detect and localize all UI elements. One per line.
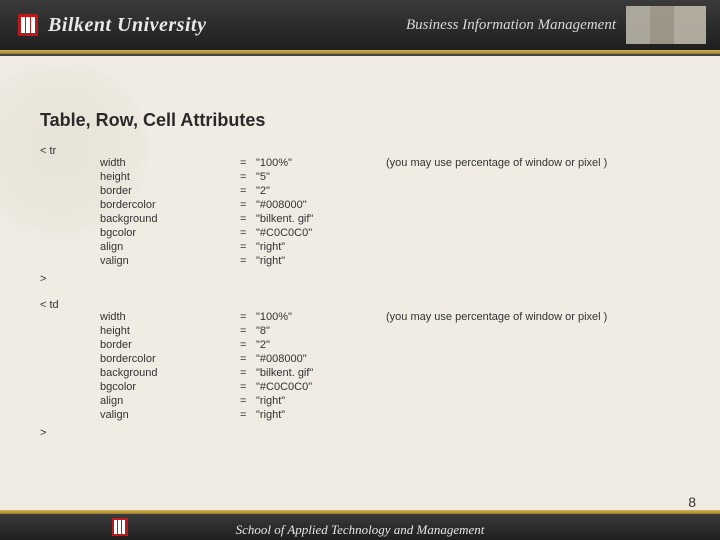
attr-value: "2": [256, 185, 376, 197]
header-right: Business Information Management: [406, 6, 706, 44]
attr-name: bordercolor: [100, 353, 240, 365]
equals: =: [240, 255, 256, 267]
attr-name: bgcolor: [100, 381, 240, 393]
attr-name: height: [100, 325, 240, 337]
attr-value: "right": [256, 255, 376, 267]
attr-value: "bilkent. gif": [256, 213, 376, 225]
equals: =: [240, 171, 256, 183]
attr-value: "right": [256, 241, 376, 253]
attr-value: "2": [256, 339, 376, 351]
equals: =: [240, 395, 256, 407]
attr-note: (you may use percentage of window or pix…: [376, 311, 690, 323]
attr-name: border: [100, 185, 240, 197]
attr-value: "100%": [256, 311, 376, 323]
page-number: 8: [688, 494, 696, 510]
attr-value: "#C0C0C0": [256, 381, 376, 393]
td-close-tag: >: [40, 427, 690, 439]
attr-name: valign: [100, 255, 240, 267]
attr-value: "8": [256, 325, 376, 337]
equals: =: [240, 367, 256, 379]
attr-name: width: [100, 311, 240, 323]
attr-note: (you may use percentage of window or pix…: [376, 157, 690, 169]
attr-name: border: [100, 339, 240, 351]
slide-title: Table, Row, Cell Attributes: [40, 110, 690, 131]
equals: =: [240, 353, 256, 365]
attr-value: "#C0C0C0": [256, 227, 376, 239]
equals: =: [240, 185, 256, 197]
attr-name: valign: [100, 409, 240, 421]
equals: =: [240, 325, 256, 337]
attr-name: background: [100, 213, 240, 225]
header-photo: [626, 6, 706, 44]
slide-content: Table, Row, Cell Attributes < tr width="…: [40, 110, 690, 453]
equals: =: [240, 227, 256, 239]
td-open-tag: < td: [40, 299, 690, 311]
equals: =: [240, 409, 256, 421]
tr-attributes: width="100%"(you may use percentage of w…: [40, 157, 690, 267]
footer-logo-icon: [112, 518, 128, 536]
equals: =: [240, 339, 256, 351]
attr-value: "#008000": [256, 199, 376, 211]
footer-bar: School of Applied Technology and Managem…: [0, 514, 720, 540]
attr-name: width: [100, 157, 240, 169]
attr-value: "100%": [256, 157, 376, 169]
attr-name: bordercolor: [100, 199, 240, 211]
attr-value: "bilkent. gif": [256, 367, 376, 379]
attr-value: "right": [256, 395, 376, 407]
dark-divider: [0, 54, 720, 56]
attr-value: "#008000": [256, 353, 376, 365]
bilkent-logo-icon: [18, 14, 38, 36]
attr-value: "5": [256, 171, 376, 183]
attr-name: bgcolor: [100, 227, 240, 239]
attr-name: background: [100, 367, 240, 379]
equals: =: [240, 241, 256, 253]
university-name: Bilkent University: [48, 14, 206, 37]
td-attributes: width="100%"(you may use percentage of w…: [40, 311, 690, 421]
equals: =: [240, 311, 256, 323]
equals: =: [240, 213, 256, 225]
logo-block: Bilkent University: [18, 14, 206, 37]
program-name: Business Information Management: [406, 17, 616, 34]
attr-name: height: [100, 171, 240, 183]
equals: =: [240, 157, 256, 169]
footer-school: School of Applied Technology and Managem…: [236, 522, 485, 538]
attr-name: align: [100, 395, 240, 407]
tr-open-tag: < tr: [40, 145, 690, 157]
equals: =: [240, 199, 256, 211]
tr-close-tag: >: [40, 273, 690, 285]
header-bar: Bilkent University Business Information …: [0, 0, 720, 50]
attr-name: align: [100, 241, 240, 253]
attr-value: "right": [256, 409, 376, 421]
equals: =: [240, 381, 256, 393]
